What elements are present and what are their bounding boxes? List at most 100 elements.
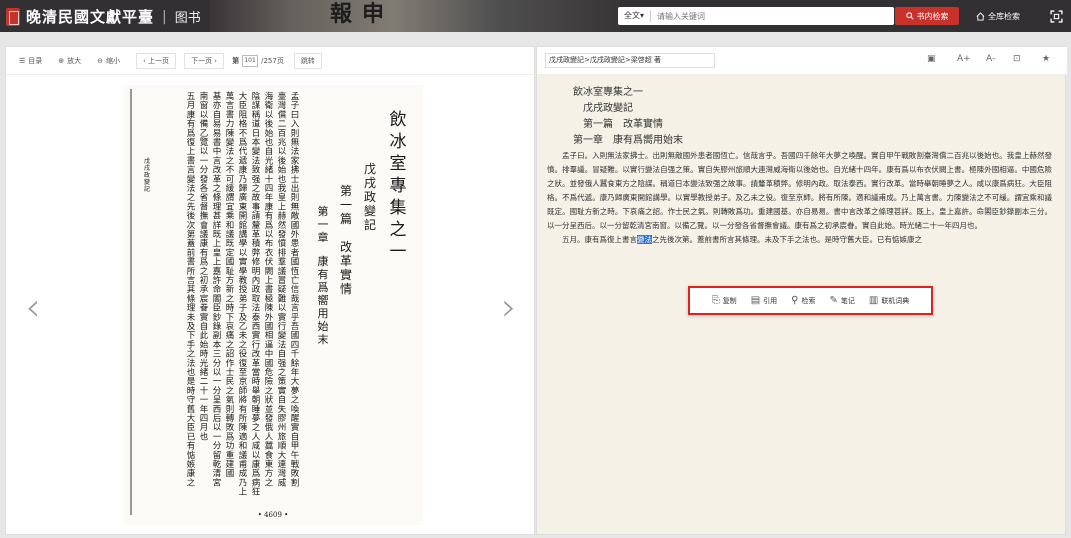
svg-text:飲: 飲	[390, 110, 407, 130]
svg-text:爲: 爲	[318, 281, 329, 294]
search-input[interactable]	[651, 8, 894, 24]
scan-body-column: 基亦自易易書中言改革之條理甚詳既上皇上嘉許命閣臣鈔錄副本三分以一分呈西后以一分留…	[213, 91, 222, 488]
svg-text:之: 之	[187, 477, 196, 488]
banner-char-1: 報	[330, 1, 353, 27]
svg-text:變: 變	[364, 203, 376, 218]
text-reader: 戊戌政變記>戊戌政變記>梁啓超 著 ▣ A+ A- ⊡ ★ 飲冰室專集之一 戊戌…	[536, 46, 1067, 535]
font-bigger-button[interactable]: A+	[957, 54, 971, 64]
scan-body-column: 萬言書力陳變法之不可緩謂宜乘和議既定國耻方新之時下哀痛之詔作士民之氣則轉敗爲功重…	[226, 91, 235, 479]
svg-text:一: 一	[340, 198, 352, 212]
section-label: 图书	[174, 11, 201, 26]
paragraph-2[interactable]: 五月。康有爲復上書言變法之先後次第。蓋前書所言其條理。未及下手之法也。是時守舊大…	[547, 233, 1052, 247]
fullscreen-icon	[1049, 9, 1063, 23]
next-page-button[interactable]: 下一页 ›	[184, 52, 225, 69]
svg-text:末: 末	[318, 332, 329, 346]
jump-button[interactable]: 跳转	[293, 52, 322, 69]
part-heading: 第一篇 改革實情	[583, 119, 663, 130]
svg-text:章: 章	[318, 230, 329, 244]
note-button[interactable]: ✎ 笔记	[822, 295, 861, 306]
copy-label: 复制	[722, 296, 737, 305]
image-icon[interactable]: ▣	[927, 54, 936, 64]
svg-text:國: 國	[226, 469, 235, 479]
svg-text:第: 第	[340, 184, 352, 198]
svg-text:康: 康	[318, 254, 329, 268]
scanned-page-image: 飲冰室專集之一戊戌政變記第一篇改革實情第一章康有爲嚮用始末孟子曰入則無法家拂士出…	[123, 85, 423, 525]
banner-image: 報 申	[210, 0, 620, 32]
breadcrumb[interactable]: 戊戌政變記>戊戌政變記>梁啓超 著	[545, 53, 715, 68]
top-bar: 報 申 晚清民國文獻平臺 | 图书 全文▾ 书内检索 全库检索	[0, 0, 1071, 32]
scan-title: 飲冰室專集之一	[390, 110, 407, 262]
svg-text:集: 集	[390, 198, 407, 218]
logo[interactable]: 晚清民國文獻平臺 | 图书	[6, 6, 201, 27]
svg-text:冰: 冰	[390, 132, 407, 152]
next-page-arrow[interactable]: ›	[499, 287, 519, 327]
svg-text:之: 之	[390, 220, 407, 240]
svg-text:一: 一	[390, 242, 407, 262]
svg-text:政: 政	[144, 171, 150, 179]
zoom-in-button[interactable]: ⊕ 放大	[58, 56, 81, 66]
scan-viewer: ☰ 目录 ⊕ 放大 ⊖ 缩小 ‹ 上一页 下一页 › 第 101 /257页 跳转 ‹…	[5, 46, 536, 535]
scan-body-column: 南窗以備乙覽以一分發各省督撫會議康有爲之初承宸眷實自此始時光緒二十一年四月也	[200, 91, 209, 442]
scan-body-column: 孟子曰入則無法家拂士出則無敵國外患者國恆亡信哉言乎吾國四千餘年大夢之喚醒實自甲午…	[291, 91, 300, 488]
scan-book-title: 戊戌政變記	[364, 162, 376, 232]
cite-button[interactable]: ▤ 引用	[744, 295, 784, 306]
viewer-toolbar: ☰ 目录 ⊕ 放大 ⊖ 缩小 ‹ 上一页 下一页 › 第 101 /257页 跳转	[6, 47, 536, 75]
layout-icon[interactable]: ⊡	[1013, 54, 1021, 64]
star-icon[interactable]: ★	[1042, 54, 1050, 64]
zoom-in-label: 放大	[67, 56, 82, 65]
scan-part: 第一篇	[340, 184, 352, 226]
cite-label: 引用	[763, 296, 778, 305]
page-prefix: 第	[232, 56, 240, 65]
zoom-out-icon: ⊖	[97, 56, 104, 65]
home-icon	[976, 11, 985, 21]
scan-body-column: 海衛以後始也自光緒十四年康有爲以布衣伏闕上書極陳外國相逼中國危險之狀並發俄人蠶食…	[265, 91, 274, 488]
svg-text:割: 割	[291, 477, 300, 488]
fullscreen-button[interactable]	[1046, 6, 1066, 26]
page-number-input[interactable]: 101	[242, 54, 259, 67]
search-icon	[905, 12, 914, 20]
svg-text:專: 專	[390, 176, 407, 196]
logo-title: 晚清民國文獻平臺	[26, 8, 155, 26]
dictionary-label: 联机词典	[881, 296, 910, 305]
search-all-button[interactable]: 全库检索	[966, 7, 1030, 25]
selected-text[interactable]: 變法	[637, 235, 652, 244]
svg-text:改: 改	[340, 240, 352, 254]
paragraph-1[interactable]: 孟子曰。入則無法家拂士。出則無敵國外患者國恆亡。信哉言乎。吾國四千餘年大夢之喚醒…	[547, 149, 1052, 233]
svg-text:狂: 狂	[252, 487, 261, 498]
svg-text:上: 上	[239, 488, 248, 498]
prev-page-button[interactable]: ‹ 上一页	[136, 52, 177, 69]
search-in-book-label: 书内检索	[916, 11, 949, 21]
svg-text:一: 一	[318, 218, 329, 231]
scan-margin-note: 戊戌政變記	[144, 157, 150, 193]
page-total: /257页	[261, 56, 284, 65]
dictionary-button[interactable]: ▥ 联机词典	[862, 295, 916, 306]
scan-body-column: 五月康有爲復上書言變法之先後次第蓋前書所言其條理未及下手之法也是時守舊大臣已有惦…	[187, 92, 196, 488]
toc-button[interactable]: ☰ 目录	[19, 56, 42, 66]
scanned-page: 飲冰室專集之一戊戌政變記第一篇改革實情第一章康有爲嚮用始末孟子曰入則無法家拂士出…	[123, 85, 423, 525]
para2-before: 五月。康有爲復上書言	[562, 235, 637, 244]
list-icon: ☰	[19, 56, 26, 65]
svg-text:始: 始	[318, 319, 329, 333]
collection-title: 飲冰室專集之一	[573, 87, 643, 98]
search-scope-select[interactable]: 全文▾	[618, 10, 652, 22]
search-box: 全文▾	[618, 7, 894, 25]
selection-popup: ⎘ 复制 ▤ 引用 ⚲ 检索 ✎ 笔记 ▥ 联机词典	[688, 286, 933, 315]
zoom-out-button[interactable]: ⊖ 缩小	[97, 56, 120, 66]
search-selection-button[interactable]: ⚲ 检索	[784, 295, 822, 306]
scan-body-column: 大臣阻格不爲代遞康乃歸廣東開館講學以實學教授弟子及乙未之役復至京師將有所陳適和議…	[239, 91, 248, 498]
book-title: 戊戌政變記	[583, 103, 633, 114]
prev-page-arrow[interactable]: ‹	[23, 287, 43, 327]
pencil-icon: ✎	[829, 295, 838, 306]
copy-button[interactable]: ⎘ 复制	[705, 295, 744, 306]
svg-text:威: 威	[278, 477, 287, 488]
search-in-book-button[interactable]: 书内检索	[895, 7, 959, 25]
font-smaller-button[interactable]: A-	[986, 54, 995, 64]
svg-text:記: 記	[364, 217, 376, 232]
search-all-label: 全库检索	[988, 11, 1020, 21]
dictionary-icon: ▥	[868, 295, 879, 306]
toc-label: 目录	[28, 56, 43, 65]
note-label: 笔记	[840, 296, 855, 305]
svg-text:記: 記	[144, 185, 150, 193]
svg-text:篇: 篇	[340, 211, 352, 226]
reader-toolbar: 戊戌政變記>戊戌政變記>梁啓超 著 ▣ A+ A- ⊡ ★	[537, 47, 1067, 75]
